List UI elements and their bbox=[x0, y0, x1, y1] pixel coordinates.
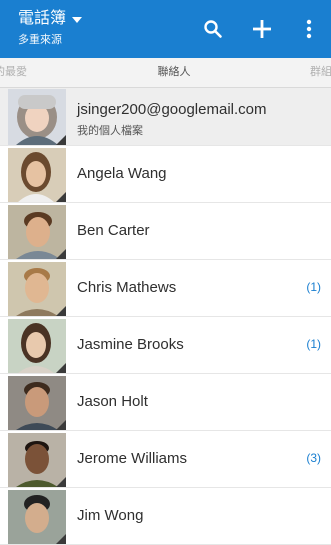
contact-count: (3) bbox=[306, 451, 321, 465]
list-item[interactable]: Ben Carter bbox=[0, 203, 331, 260]
avatar bbox=[8, 262, 66, 316]
avatar bbox=[8, 319, 66, 373]
avatar bbox=[8, 205, 66, 259]
avatar bbox=[8, 433, 66, 487]
contact-list: jsinger200@googlemail.com 我的個人檔案 Angela … bbox=[0, 88, 331, 545]
avatar bbox=[8, 89, 66, 145]
page-title: 電話簿 bbox=[18, 10, 67, 27]
avatar bbox=[8, 148, 66, 202]
my-profile-label: 我的個人檔案 bbox=[77, 125, 143, 137]
contact-name: Jim Wong bbox=[77, 507, 144, 524]
avatar bbox=[8, 376, 66, 430]
avatar bbox=[8, 490, 66, 544]
search-button[interactable] bbox=[197, 0, 229, 58]
source-subtitle: 多重來源 bbox=[18, 34, 62, 46]
search-icon bbox=[204, 20, 222, 38]
contact-name: Ben Carter bbox=[77, 222, 150, 239]
list-item[interactable]: Jasmine Brooks (1) bbox=[0, 317, 331, 374]
my-profile-row[interactable]: jsinger200@googlemail.com 我的個人檔案 bbox=[0, 88, 331, 146]
tab-groups[interactable]: 群組 bbox=[310, 58, 331, 87]
tab-bar: 的最愛 聯絡人 群組 bbox=[0, 58, 331, 88]
tab-contacts[interactable]: 聯絡人 bbox=[140, 58, 208, 87]
app-bar: 電話簿 多重來源 bbox=[0, 0, 331, 58]
tab-favorites[interactable]: 的最愛 bbox=[0, 58, 27, 87]
contact-count: (1) bbox=[306, 280, 321, 294]
list-item[interactable]: Jim Wong bbox=[0, 488, 331, 545]
add-contact-button[interactable] bbox=[246, 0, 278, 58]
list-item[interactable]: Jason Holt bbox=[0, 374, 331, 431]
list-item[interactable]: Chris Mathews (1) bbox=[0, 260, 331, 317]
contact-name: Jasmine Brooks bbox=[77, 336, 184, 353]
phonebook-source-dropdown[interactable]: 電話簿 多重來源 bbox=[18, 10, 83, 47]
my-email: jsinger200@googlemail.com bbox=[77, 101, 267, 118]
list-item[interactable]: Angela Wang bbox=[0, 146, 331, 203]
contact-name: Jerome Williams bbox=[77, 450, 188, 467]
more-options-button[interactable] bbox=[294, 0, 324, 58]
dropdown-caret-icon bbox=[72, 17, 83, 23]
contact-name: Angela Wang bbox=[77, 165, 167, 182]
contact-name: Chris Mathews bbox=[77, 279, 177, 296]
contact-name: Jason Holt bbox=[77, 393, 148, 410]
add-icon bbox=[253, 20, 271, 38]
list-item[interactable]: Jerome Williams (3) bbox=[0, 431, 331, 488]
more-vert-icon bbox=[306, 19, 312, 39]
contact-count: (1) bbox=[306, 337, 321, 351]
